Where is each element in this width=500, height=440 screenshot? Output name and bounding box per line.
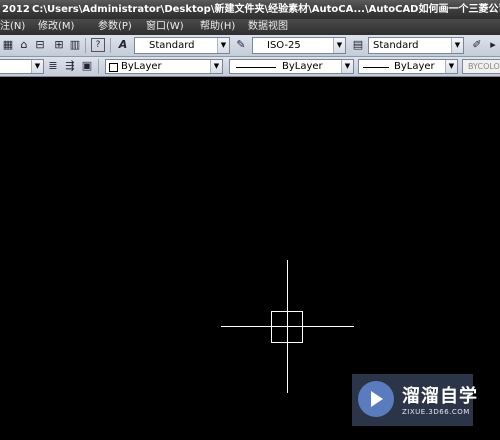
toolbar-separator (98, 59, 99, 74)
menu-item-help[interactable]: 帮助(H) (200, 19, 235, 35)
linetype-sample (236, 67, 276, 68)
make-current-layer-icon[interactable]: ≣ (46, 59, 60, 73)
app-version: 2012 (2, 4, 30, 15)
chevron-down-icon: ▼ (451, 38, 463, 53)
dim-style-icon[interactable]: ✎ (234, 38, 248, 52)
menu-item-annotate[interactable]: 注(N) (0, 19, 25, 35)
text-style-dropdown[interactable]: Standard ▼ (134, 37, 230, 54)
properties-toolbar: ▼ ≣ ⇶ ▣ ByLayer ▼ ByLayer ▼ ByLayer ▼ BY… (0, 57, 500, 77)
text-style-icon[interactable]: A (116, 38, 130, 52)
layer-previous-icon[interactable]: ⇶ (63, 59, 77, 73)
title-bar: 2012 C:\Users\Administrator\Desktop\新建文件… (0, 0, 500, 19)
chevron-down-icon: ▼ (210, 60, 222, 73)
tool-palette-icon[interactable]: ⌂ (17, 38, 31, 52)
toolbar-separator (85, 38, 86, 53)
chevron-down-icon: ▼ (333, 38, 345, 53)
layer-dropdown[interactable]: ▼ (0, 59, 44, 74)
lineweight-sample (363, 67, 389, 68)
linetype-dropdown[interactable]: ByLayer ▼ (229, 59, 354, 74)
properties-icon[interactable]: ⊟ (33, 38, 47, 52)
chevron-down-icon: ▼ (31, 60, 43, 73)
toolbar-more-icon[interactable]: ▸ (486, 38, 500, 52)
chevron-down-icon: ▼ (341, 60, 353, 73)
chevron-down-icon: ▼ (445, 60, 457, 73)
menu-item-parametric[interactable]: 参数(P) (98, 19, 132, 35)
table-style-dropdown[interactable]: Standard ▼ (368, 37, 464, 54)
watermark: 溜溜自学 ZIXUE.3D66.COM (352, 374, 477, 426)
markup-icon[interactable]: ⊞ (52, 38, 66, 52)
menu-item-data-view[interactable]: 数据视图 (248, 19, 288, 35)
watermark-name: 溜溜自学 (402, 386, 478, 407)
color-swatch (109, 63, 118, 72)
dim-style-dropdown[interactable]: ISO-25 ▼ (252, 37, 346, 54)
watermark-url: ZIXUE.3D66.COM (402, 408, 470, 416)
menu-item-modify[interactable]: 修改(M) (38, 19, 74, 35)
chevron-down-icon: ▼ (217, 38, 229, 53)
color-dropdown[interactable]: ByLayer ▼ (105, 59, 223, 74)
table-style-icon[interactable]: ▤ (351, 38, 365, 52)
styles-toolbar: ▦ ⌂ ⊟ ⊞ ▥ ? A Standard ▼ ✎ ISO-25 ▼ ▤ St… (0, 35, 500, 57)
document-path: C:\Users\Administrator\Desktop\新建文件夹\经验素… (32, 4, 500, 15)
plot-style-dropdown: BYCOLOR (462, 59, 500, 74)
play-icon (371, 391, 383, 407)
menu-item-window[interactable]: 窗口(W) (146, 19, 184, 35)
multileader-style-icon[interactable]: ✐ (470, 38, 484, 52)
help-icon[interactable]: ? (91, 38, 105, 52)
menu-bar: 注(N) 修改(M) 参数(P) 窗口(W) 帮助(H) 数据视图 (0, 19, 500, 35)
toolbar-separator (110, 38, 111, 53)
match-layer-icon[interactable]: ▣ (80, 59, 94, 73)
sheet-set-icon[interactable]: ▦ (1, 38, 15, 52)
calculator-icon[interactable]: ▥ (68, 38, 82, 52)
lineweight-dropdown[interactable]: ByLayer ▼ (358, 59, 458, 74)
